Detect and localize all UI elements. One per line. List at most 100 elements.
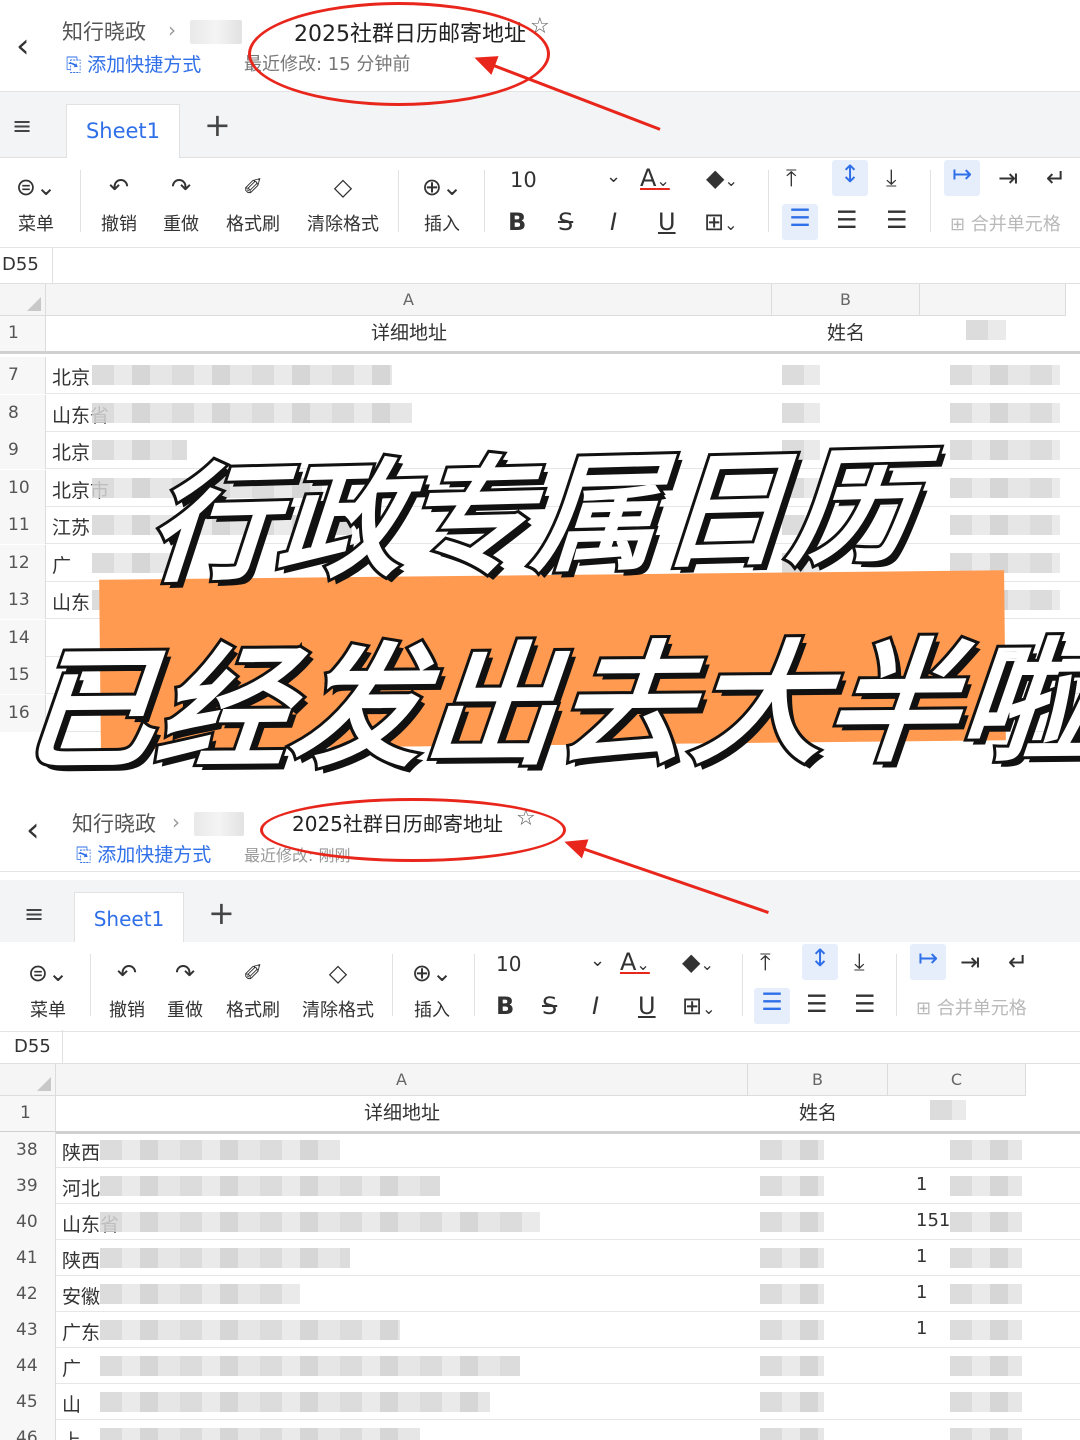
column-header-c[interactable]: C: [888, 1064, 1026, 1096]
row-number[interactable]: 1: [0, 1096, 56, 1131]
table-row[interactable]: 39 河北 1: [0, 1168, 1080, 1205]
row-number[interactable]: 1: [0, 316, 46, 351]
wrap-clip-icon[interactable]: ⇥: [998, 164, 1018, 192]
address-cell[interactable]: 陕西: [62, 1246, 100, 1273]
row-number[interactable]: 7: [0, 357, 46, 394]
insert-button[interactable]: ⊕⌄ 插入: [416, 172, 468, 236]
name-box[interactable]: D55: [0, 1030, 1080, 1064]
header-name[interactable]: 姓名: [772, 316, 920, 351]
phone-cell[interactable]: 151: [916, 1210, 950, 1231]
merge-cells-button[interactable]: ⊞ 合并单元格: [950, 210, 1061, 236]
address-cell[interactable]: 陕西: [62, 1138, 100, 1165]
header-address[interactable]: 详细地址: [46, 316, 772, 351]
underline-button[interactable]: U: [658, 208, 676, 236]
add-shortcut-link[interactable]: ⎘ 添加快捷方式: [76, 840, 211, 867]
chevron-down-icon[interactable]: ⌄: [590, 950, 605, 971]
strikethrough-button[interactable]: S: [558, 208, 573, 236]
row-number[interactable]: 44: [0, 1348, 56, 1385]
table-row[interactable]: 41 陕西 1: [0, 1240, 1080, 1277]
row-number[interactable]: 40: [0, 1204, 56, 1241]
table-row[interactable]: 43 广东 1: [0, 1312, 1080, 1349]
font-color-button[interactable]: A⌄: [620, 948, 650, 976]
underline-button[interactable]: U: [638, 992, 656, 1020]
row-number[interactable]: 39: [0, 1168, 56, 1205]
row-number[interactable]: 12: [0, 544, 46, 582]
column-header-b[interactable]: B: [772, 284, 920, 316]
tab-sheet1[interactable]: Sheet1: [74, 892, 184, 947]
address-cell[interactable]: 江苏: [52, 513, 90, 540]
align-bottom-icon[interactable]: ⤓: [854, 948, 865, 976]
address-cell[interactable]: 广: [62, 1354, 81, 1381]
strikethrough-button[interactable]: S: [542, 992, 557, 1020]
wrap-overflow-icon[interactable]: ↦: [910, 944, 946, 980]
row-number[interactable]: 43: [0, 1312, 56, 1349]
add-shortcut-link[interactable]: ⎘ 添加快捷方式: [66, 50, 201, 77]
breadcrumb-folder[interactable]: 知行晓政: [72, 808, 156, 838]
border-button[interactable]: ⊞⌄: [682, 992, 716, 1020]
font-size-select[interactable]: 10: [510, 168, 537, 192]
row-number[interactable]: 45: [0, 1384, 56, 1421]
table-row[interactable]: 44 广: [0, 1348, 1080, 1385]
phone-cell[interactable]: 1: [916, 1318, 927, 1339]
row-number[interactable]: 8: [0, 394, 46, 432]
select-all-corner[interactable]: [0, 284, 46, 316]
address-cell[interactable]: 安徽: [62, 1282, 100, 1309]
address-cell[interactable]: 上: [62, 1426, 81, 1440]
phone-cell[interactable]: 1: [916, 1246, 927, 1267]
table-row[interactable]: 40 山东省 151: [0, 1204, 1080, 1241]
align-center-icon[interactable]: ☰: [836, 206, 858, 234]
header-name[interactable]: 姓名: [748, 1096, 888, 1131]
menu-button[interactable]: ⊜⌄ 菜单: [8, 172, 64, 236]
chevron-left-icon[interactable]: ‹: [26, 810, 40, 850]
insert-button[interactable]: ⊕⌄ 插入: [406, 958, 458, 1022]
redo-button[interactable]: ↷ 重做: [162, 958, 208, 1022]
row-number[interactable]: 11: [0, 507, 46, 544]
align-right-icon[interactable]: ☰: [886, 206, 908, 234]
bold-button[interactable]: B: [508, 208, 526, 236]
align-top-icon[interactable]: ⤒: [786, 164, 797, 192]
row-number[interactable]: 10: [0, 469, 46, 507]
redo-button[interactable]: ↷ 重做: [158, 172, 204, 236]
wrap-clip-icon[interactable]: ⇥: [960, 948, 980, 976]
phone-cell[interactable]: 1: [916, 1282, 927, 1303]
align-center-icon[interactable]: ☰: [806, 990, 828, 1018]
undo-button[interactable]: ↶ 撤销: [104, 958, 150, 1022]
address-cell[interactable]: 河北: [62, 1174, 100, 1201]
select-all-corner[interactable]: [0, 1064, 56, 1096]
address-cell[interactable]: 广: [52, 551, 71, 578]
breadcrumb-folder[interactable]: 知行晓政: [62, 16, 146, 46]
fill-color-button[interactable]: ◆⌄: [706, 164, 738, 192]
table-row[interactable]: 7 北京: [0, 357, 1080, 394]
font-size-select[interactable]: 10: [496, 952, 521, 976]
layers-icon[interactable]: ≡: [24, 900, 44, 928]
row-number[interactable]: 38: [0, 1132, 56, 1169]
tab-sheet1[interactable]: Sheet1: [66, 104, 180, 159]
table-row[interactable]: 46 上: [0, 1420, 1080, 1440]
align-top-icon[interactable]: ⤒: [760, 948, 771, 976]
address-cell[interactable]: 北京: [52, 438, 90, 465]
row-number[interactable]: 41: [0, 1240, 56, 1277]
address-cell[interactable]: 北京: [52, 363, 90, 390]
address-cell[interactable]: 广东: [62, 1318, 100, 1345]
border-button[interactable]: ⊞⌄: [704, 208, 738, 236]
format-painter-button[interactable]: ✐ 格式刷: [222, 172, 284, 236]
row-number[interactable]: 42: [0, 1276, 56, 1313]
add-sheet-icon[interactable]: +: [208, 894, 235, 932]
phone-cell[interactable]: 1: [916, 1174, 927, 1195]
row-number[interactable]: 9: [0, 432, 46, 469]
table-row[interactable]: 42 安徽 1: [0, 1276, 1080, 1313]
menu-button[interactable]: ⊜⌄ 菜单: [20, 958, 76, 1022]
column-header-a[interactable]: A: [56, 1064, 748, 1096]
font-color-button[interactable]: A⌄: [640, 164, 670, 192]
chevron-left-icon[interactable]: ‹: [16, 26, 30, 66]
chevron-down-icon[interactable]: ⌄: [606, 166, 621, 187]
bold-button[interactable]: B: [496, 992, 514, 1020]
column-header-c[interactable]: [920, 284, 1066, 316]
row-number[interactable]: 46: [0, 1420, 56, 1440]
italic-button[interactable]: I: [610, 208, 617, 236]
align-left-icon[interactable]: ☰: [782, 204, 818, 240]
align-middle-icon[interactable]: ↕: [832, 160, 868, 196]
fill-color-button[interactable]: ◆⌄: [682, 948, 714, 976]
wrap-text-icon[interactable]: ↵: [1046, 164, 1066, 192]
undo-button[interactable]: ↶ 撤销: [96, 172, 142, 236]
